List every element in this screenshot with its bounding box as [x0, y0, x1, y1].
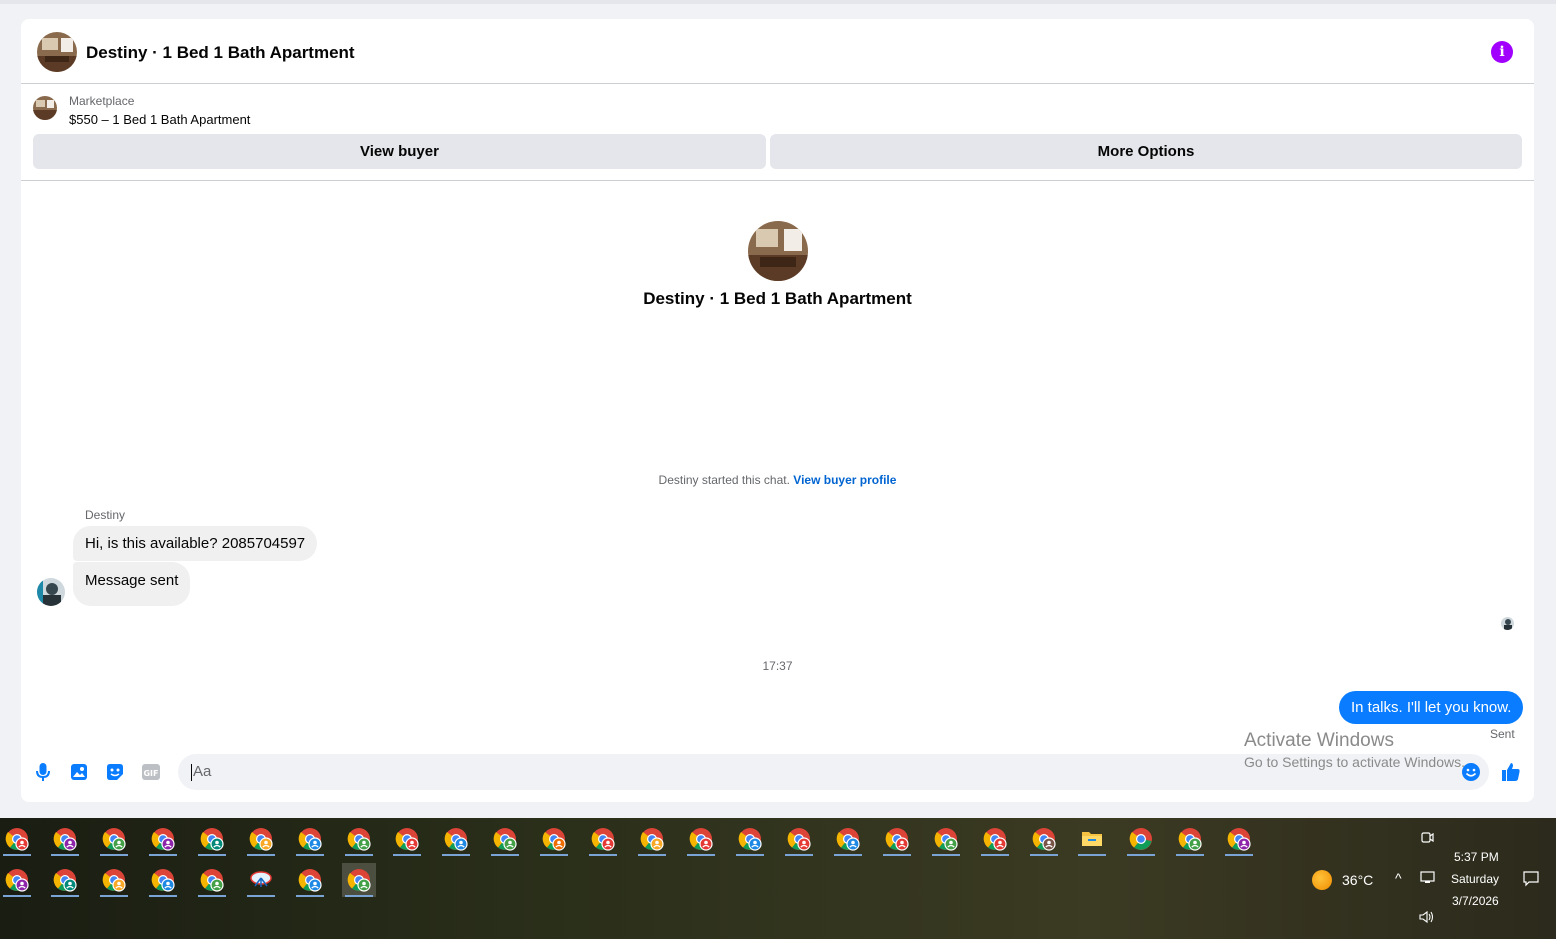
chat-intro-title: Destiny · 1 Bed 1 Bath Apartment [643, 289, 912, 308]
sender-avatar[interactable] [37, 578, 65, 606]
clock-date[interactable]: 3/7/2026 [1452, 894, 1499, 908]
view-buyer-button[interactable]: View buyer [33, 134, 766, 169]
chrome-icon[interactable] [880, 822, 914, 856]
marketplace-label: Marketplace [69, 94, 135, 108]
chrome-icon[interactable] [1222, 822, 1256, 856]
outgoing-message[interactable]: In talks. I'll let you know. [1339, 691, 1524, 724]
chrome-icon[interactable] [488, 822, 522, 856]
listing-avatar[interactable] [37, 32, 77, 72]
app-fan-icon[interactable] [244, 863, 278, 897]
network-icon[interactable] [1419, 871, 1436, 890]
weather-temperature[interactable]: 36°C [1342, 872, 1373, 888]
notifications-icon[interactable] [1522, 870, 1540, 893]
microphone-icon[interactable] [32, 761, 54, 783]
chrome-icon[interactable] [782, 822, 816, 856]
listing-thumbnail[interactable] [33, 96, 57, 120]
chrome-icon[interactable] [342, 863, 376, 897]
chrome-icon[interactable] [48, 822, 82, 856]
sticker-icon[interactable] [104, 761, 126, 783]
chrome-icon[interactable] [97, 822, 131, 856]
chrome-icon[interactable] [537, 822, 571, 856]
chrome-icon[interactable] [293, 822, 327, 856]
chat-started-notice: Destiny started this chat. View buyer pr… [21, 473, 1534, 487]
message-timestamp: 17:37 [762, 659, 793, 673]
chrome-icon[interactable] [342, 822, 376, 856]
chrome-icon[interactable] [1124, 822, 1158, 856]
file-explorer-icon[interactable] [1075, 822, 1109, 856]
info-icon[interactable]: i [1491, 41, 1513, 63]
chrome-icon[interactable] [831, 822, 865, 856]
chrome-icon[interactable] [1027, 822, 1061, 856]
activate-windows-title: Activate Windows [1244, 730, 1394, 751]
top-border [0, 0, 1556, 4]
incoming-message[interactable]: Message sent [73, 562, 191, 606]
conversation-header: Destiny · 1 Bed 1 Bath Apartment i [21, 19, 1534, 84]
conversation-panel: Destiny · 1 Bed 1 Bath Apartment i Marke… [21, 19, 1534, 802]
listing-price-title[interactable]: $550 – 1 Bed 1 Bath Apartment [69, 112, 250, 127]
chrome-icon[interactable] [97, 863, 131, 897]
chrome-icon[interactable] [390, 822, 424, 856]
clock-time[interactable]: 5:37 PM [1454, 850, 1499, 864]
gif-icon[interactable]: GIF [140, 761, 162, 783]
image-icon[interactable] [68, 761, 90, 783]
chrome-icon[interactable] [146, 822, 180, 856]
chrome-icon[interactable] [978, 822, 1012, 856]
clock-day[interactable]: Saturday [1451, 872, 1499, 886]
chrome-icon[interactable] [0, 863, 34, 897]
show-hidden-icons-chevron-icon[interactable]: ^ [1395, 870, 1402, 886]
meet-now-icon[interactable] [1419, 830, 1435, 851]
read-receipt-avatar [1501, 617, 1514, 630]
message-input-placeholder: Aa [193, 763, 212, 780]
chrome-icon[interactable] [586, 822, 620, 856]
activate-windows-subtitle: Go to Settings to activate Windows. [1244, 754, 1465, 770]
chrome-icon[interactable] [929, 822, 963, 856]
more-options-button[interactable]: More Options [770, 134, 1522, 169]
chrome-icon[interactable] [635, 822, 669, 856]
volume-icon[interactable] [1418, 910, 1434, 929]
thumbs-up-icon[interactable] [1500, 761, 1522, 783]
svg-text:GIF: GIF [143, 769, 158, 778]
chrome-icon[interactable] [0, 822, 34, 856]
chrome-icon[interactable] [48, 863, 82, 897]
chrome-icon[interactable] [1173, 822, 1207, 856]
chat-started-text: Destiny started this chat. [658, 473, 790, 487]
chrome-icon[interactable] [293, 863, 327, 897]
windows-taskbar: 36°C ^ 5:37 PM Saturday 3/7/2026 [0, 818, 1556, 939]
message-status: Sent [1490, 727, 1515, 741]
incoming-message[interactable]: Hi, is this available? 2085704597 [73, 526, 318, 561]
chrome-icon[interactable] [439, 822, 473, 856]
marketplace-strip: Marketplace $550 – 1 Bed 1 Bath Apartmen… [21, 84, 1534, 181]
chrome-icon[interactable] [733, 822, 767, 856]
conversation-title[interactable]: Destiny · 1 Bed 1 Bath Apartment [86, 43, 355, 63]
view-buyer-profile-link[interactable]: View buyer profile [793, 473, 896, 487]
chrome-icon[interactable] [146, 863, 180, 897]
activate-windows-watermark: Activate Windows Go to Settings to activ… [1244, 730, 1465, 770]
chat-intro-avatar[interactable] [748, 221, 808, 281]
chrome-icon[interactable] [684, 822, 718, 856]
weather-sun-icon[interactable] [1312, 870, 1332, 890]
sender-name: Destiny [85, 508, 126, 522]
chrome-icon[interactable] [195, 863, 229, 897]
chrome-icon[interactable] [195, 822, 229, 856]
chrome-icon[interactable] [244, 822, 278, 856]
